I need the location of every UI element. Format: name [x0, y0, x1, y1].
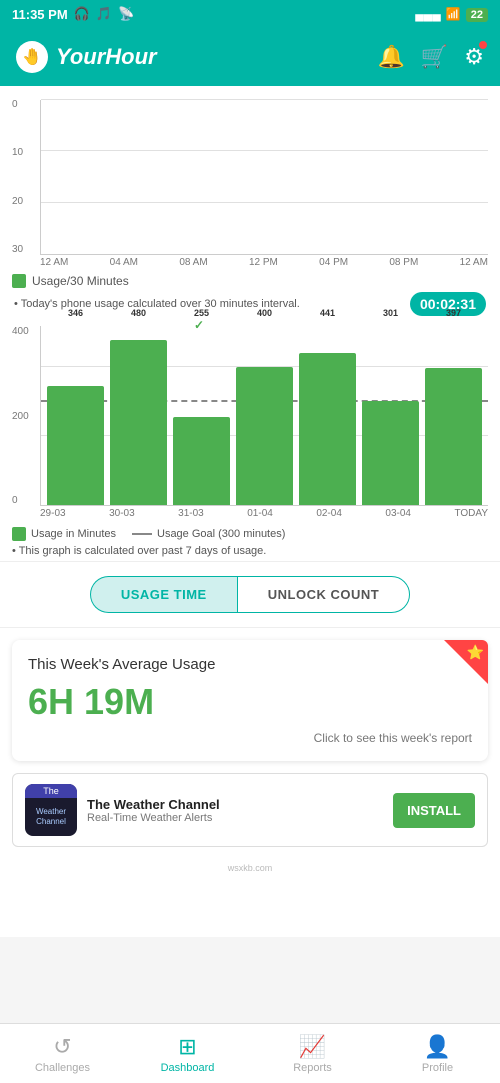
profile-label: Profile	[422, 1062, 453, 1074]
chart2-legend2: Usage Goal (300 minutes)	[157, 528, 285, 540]
bar-top-label: 301	[383, 308, 398, 318]
app-title: YourHour	[56, 44, 157, 70]
chart2-y-axis: 0 200 400	[12, 326, 29, 506]
bar-top-label: 397	[446, 308, 461, 318]
report-card[interactable]: ⭐ This Week's Average Usage 6H 19M Click…	[12, 640, 488, 761]
challenges-icon: ↺	[53, 1034, 71, 1060]
reports-label: Reports	[293, 1062, 332, 1074]
logo-icon: 🤚	[16, 41, 48, 73]
profile-icon: 👤	[424, 1034, 451, 1060]
chart2-legend: Usage in Minutes Usage Goal (300 minutes…	[12, 527, 488, 541]
chart1-legend-text: Usage/30 Minutes	[32, 274, 129, 288]
bottom-spacer	[0, 877, 500, 937]
ad-banner: The WeatherChannel The Weather Channel R…	[12, 773, 488, 847]
weekly-bar-group: 301	[362, 326, 419, 505]
chart1-x-labels: 12 AM 04 AM 08 AM 12 PM 04 PM 08 PM 12 A…	[40, 255, 488, 270]
weekly-bar	[47, 386, 104, 505]
status-time: 11:35 PM	[12, 7, 68, 22]
headphone-icon: 🎧	[74, 6, 90, 22]
notification-icon[interactable]: 🔔	[377, 44, 404, 70]
nav-challenges[interactable]: ↺ Challenges	[0, 1024, 125, 1083]
bar-top-label: 441	[320, 308, 335, 318]
chart2-x-labels: 29-03 30-03 31-03 01-04 02-04 03-04 TODA…	[40, 506, 488, 521]
usage-time-tab[interactable]: USAGE TIME	[90, 576, 237, 613]
weekly-chart-container: 346480255✓400441301397	[40, 326, 488, 506]
bottom-nav: ↺ Challenges ⊞ Dashboard 📈 Reports 👤 Pro…	[0, 1023, 500, 1083]
star-icon: ⭐	[467, 644, 484, 661]
legend-green-box	[12, 527, 26, 541]
bar-top-label: 480	[131, 308, 146, 318]
report-card-title: This Week's Average Usage	[28, 656, 472, 673]
bar-top-label: 255✓	[194, 308, 209, 332]
main-content: 30 20 10 0 12 AM 04 AM 08 AM 12 PM 04 PM…	[0, 86, 500, 937]
weekly-bar-group: 400	[236, 326, 293, 505]
nav-profile[interactable]: 👤 Profile	[375, 1024, 500, 1083]
daily-chart-container	[40, 100, 488, 255]
legend-box-green	[12, 274, 26, 288]
report-card-value: 6H 19M	[28, 681, 472, 723]
ad-text: The Weather Channel Real-Time Weather Al…	[87, 797, 383, 824]
report-card-link[interactable]: Click to see this week's report	[28, 731, 472, 745]
unlock-count-tab[interactable]: UNLOCK COUNT	[237, 576, 410, 613]
signal-icon: ▄▄▄	[415, 7, 441, 21]
dashboard-icon: ⊞	[178, 1034, 196, 1060]
tab-section: USAGE TIME UNLOCK COUNT	[0, 561, 500, 628]
cast-icon: 📡	[118, 6, 134, 22]
weekly-bar-group: 346	[47, 326, 104, 505]
status-bar: 11:35 PM 🎧 🎵 📡 ▄▄▄ 📶 22	[0, 0, 500, 28]
spotify-icon: 🎵	[96, 6, 112, 22]
ad-logo-bottom: WeatherChannel	[33, 798, 69, 836]
cart-icon[interactable]: 🛒	[421, 44, 448, 70]
status-right: ▄▄▄ 📶 22	[415, 7, 488, 21]
chart2-note: • This graph is calculated over past 7 d…	[12, 545, 488, 557]
ad-subtitle: Real-Time Weather Alerts	[87, 812, 383, 824]
bar-top-label: 346	[68, 308, 83, 318]
header-icons: 🔔 🛒 ⚙	[377, 44, 484, 70]
battery-level: 22	[466, 8, 488, 22]
chart1-note-row: • Today's phone usage calculated over 30…	[12, 292, 488, 316]
weekly-bar-group: 441	[299, 326, 356, 505]
weekly-bar	[299, 353, 356, 505]
weekly-bars: 346480255✓400441301397	[41, 326, 488, 505]
weekly-bar-group: 397	[425, 326, 482, 505]
chart1-legend: Usage/30 Minutes	[12, 274, 488, 288]
daily-chart-section: 30 20 10 0 12 AM 04 AM 08 AM 12 PM 04 PM…	[0, 86, 500, 320]
settings-notification-dot	[479, 41, 487, 49]
bar-top-label: 400	[257, 308, 272, 318]
settings-icon-container[interactable]: ⚙	[464, 44, 484, 70]
ad-logo-top: The	[25, 784, 77, 798]
install-button[interactable]: INSTALL	[393, 793, 475, 828]
legend-dashed-line	[132, 533, 152, 535]
watermark: wsxkb.com	[0, 859, 500, 877]
battery-icon: 22	[466, 7, 488, 21]
ad-logo: The WeatherChannel	[25, 784, 77, 836]
weekly-bar-group: 480	[110, 326, 167, 505]
weekly-bar	[425, 368, 482, 505]
nav-dashboard[interactable]: ⊞ Dashboard	[125, 1024, 250, 1083]
nav-reports[interactable]: 📈 Reports	[250, 1024, 375, 1083]
daily-bars	[41, 100, 488, 254]
weekly-bar	[362, 401, 419, 505]
weekly-chart-section: 0 200 400 346480255✓400441301397 29-03 3…	[0, 320, 500, 561]
app-header: 🤚 YourHour 🔔 🛒 ⚙	[0, 28, 500, 86]
ad-name: The Weather Channel	[87, 797, 383, 812]
reports-icon: 📈	[299, 1034, 326, 1060]
weekly-bar	[110, 340, 167, 505]
challenges-label: Challenges	[35, 1062, 90, 1074]
weekly-bar-group: 255✓	[173, 326, 230, 505]
chart2-legend1: Usage in Minutes	[31, 528, 116, 540]
weekly-bar	[173, 417, 230, 505]
status-left: 11:35 PM 🎧 🎵 📡	[12, 6, 134, 22]
wifi-icon: 📶	[446, 7, 461, 21]
chart1-y-axis: 30 20 10 0	[12, 100, 23, 255]
dashboard-label: Dashboard	[161, 1062, 215, 1074]
weekly-bar	[236, 367, 293, 505]
app-logo: 🤚 YourHour	[16, 41, 377, 73]
